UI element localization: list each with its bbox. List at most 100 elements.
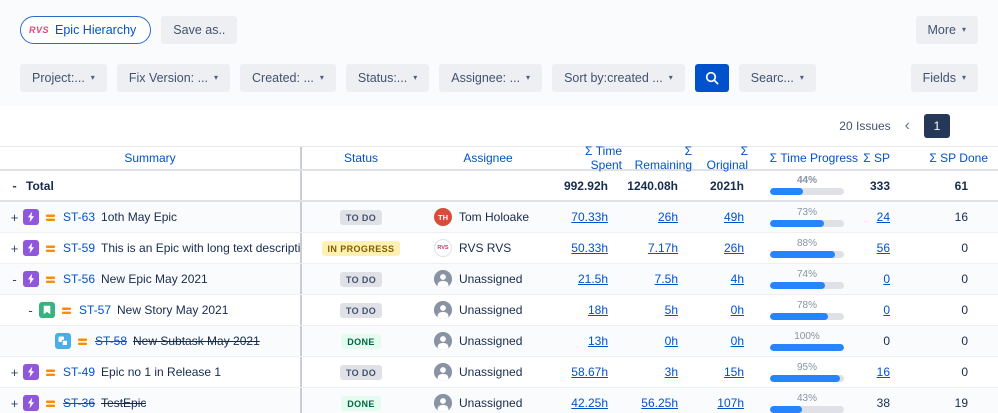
unassigned-avatar-icon <box>434 332 452 350</box>
column-header-time-spent[interactable]: Σ Time Spent <box>556 144 626 172</box>
time-remaining-link[interactable]: 26h <box>658 210 678 224</box>
issue-summary: New Subtask May 2021 <box>133 334 260 348</box>
issue-key-link[interactable]: ST-57 <box>79 303 111 317</box>
time-remaining-link[interactable]: 0h <box>665 334 678 348</box>
time-spent-link[interactable]: 50.33h <box>571 241 608 255</box>
table-row[interactable]: - ST-57 New Story May 2021 TO DO Unassig… <box>0 295 998 326</box>
time-progress-cell: 88% <box>752 233 862 263</box>
table-row[interactable]: + ST-36 TestEpic DONE Unassigned 42.25h … <box>0 388 998 413</box>
progress-bar <box>770 219 844 227</box>
search-dropdown[interactable]: Searc... ▾ <box>738 64 816 92</box>
issues-count: 20 Issues <box>839 119 891 133</box>
table-row[interactable]: - ST-56 New Epic May 2021 TO DO Unassign… <box>0 264 998 295</box>
table-row[interactable]: + ST-59 This is an Epic with long text d… <box>0 233 998 264</box>
unassigned-avatar-icon <box>434 363 452 381</box>
progress-percent: 78% <box>796 299 817 311</box>
issue-key-link[interactable]: ST-58 <box>95 334 127 348</box>
expand-toggle[interactable]: + <box>8 396 21 411</box>
time-remaining-link[interactable]: 3h <box>665 365 678 379</box>
story-points[interactable]: 24 <box>877 210 890 224</box>
epic-hierarchy-button[interactable]: RVS Epic Hierarchy <box>20 16 152 44</box>
time-original-link[interactable]: 4h <box>731 272 744 286</box>
filter-assignee[interactable]: Assignee: ... ▾ <box>439 64 543 92</box>
column-header-remaining[interactable]: Σ Remaining <box>626 144 696 172</box>
priority-medium-icon <box>60 304 73 317</box>
time-remaining-link[interactable]: 56.25h <box>641 396 678 410</box>
avatar-initials: RVS <box>437 245 449 251</box>
previous-page-button[interactable]: ‹ <box>903 118 912 134</box>
time-remaining-link[interactable]: 7.17h <box>648 241 678 255</box>
filter-created[interactable]: Created: ... ▾ <box>240 64 336 92</box>
issue-summary: Epic no 1 in Release 1 <box>101 365 222 379</box>
progress-percent: 100% <box>794 330 820 342</box>
column-header-sp-done[interactable]: Σ SP Done <box>902 151 998 165</box>
time-original-link[interactable]: 15h <box>724 365 744 379</box>
assignee-avatar <box>434 363 452 381</box>
table-row[interactable]: + ST-49 Epic no 1 in Release 1 TO DO Una… <box>0 357 998 388</box>
time-spent-link[interactable]: 13h <box>588 334 608 348</box>
time-original-link[interactable]: 49h <box>724 210 744 224</box>
time-spent-link[interactable]: 42.25h <box>571 396 608 410</box>
filter-fix-version-label: Fix Version: ... <box>128 71 209 85</box>
issue-summary: This is an Epic with long text descripti… <box>101 241 300 255</box>
table-row[interactable]: + ST-63 1oth May Epic TO DO TH Tom Holoa… <box>0 202 998 233</box>
column-header-summary[interactable]: Summary <box>0 147 302 169</box>
column-header-original[interactable]: Σ Original <box>696 144 752 172</box>
story-points[interactable]: 16 <box>877 365 890 379</box>
issue-key-link[interactable]: ST-49 <box>63 365 95 379</box>
issue-key-link[interactable]: ST-36 <box>63 396 95 410</box>
time-spent-link[interactable]: 21.5h <box>578 272 608 286</box>
progress-bar <box>770 405 844 413</box>
filter-fix-version[interactable]: Fix Version: ... ▾ <box>116 64 231 92</box>
assignee-name: Unassigned <box>459 396 523 410</box>
story-points-done: 0 <box>961 241 968 255</box>
story-points[interactable]: 0 <box>883 334 890 348</box>
time-original-link[interactable]: 0h <box>731 303 744 317</box>
expand-toggle[interactable]: + <box>8 365 21 380</box>
story-points-done: 0 <box>961 334 968 348</box>
table-row[interactable]: ST-58 New Subtask May 2021 DONE Unassign… <box>0 326 998 357</box>
story-points[interactable]: 0 <box>883 303 890 317</box>
more-button[interactable]: More ▾ <box>915 16 978 44</box>
epic-icon <box>23 395 39 411</box>
expand-toggle[interactable]: + <box>8 241 21 256</box>
search-button[interactable] <box>694 64 729 92</box>
time-spent-link[interactable]: 18h <box>588 303 608 317</box>
time-spent-link[interactable]: 70.33h <box>571 210 608 224</box>
expand-toggle[interactable]: + <box>8 210 21 225</box>
page-1-button[interactable]: 1 <box>924 114 950 138</box>
time-original-link[interactable]: 0h <box>731 334 744 348</box>
fields-button[interactable]: Fields ▾ <box>910 64 978 92</box>
filter-sort-by[interactable]: Sort by:created ... ▾ <box>552 64 685 92</box>
save-as-button[interactable]: Save as.. <box>161 16 238 44</box>
time-original-link[interactable]: 26h <box>724 241 744 255</box>
pagination-bar: 20 Issues ‹ 1 <box>0 106 998 146</box>
story-points-done: 0 <box>961 365 968 379</box>
toolbar-area: RVS Epic Hierarchy Save as.. More ▾ Proj… <box>0 0 998 106</box>
expand-toggle[interactable]: - <box>24 303 37 318</box>
epic-icon <box>23 240 39 256</box>
time-remaining-link[interactable]: 5h <box>665 303 678 317</box>
unassigned-avatar-icon <box>434 394 452 412</box>
filter-status[interactable]: Status:... ▾ <box>345 64 430 92</box>
total-collapse-toggle[interactable]: - <box>8 178 21 193</box>
time-original-link[interactable]: 107h <box>717 396 744 410</box>
story-points[interactable]: 0 <box>883 272 890 286</box>
expand-toggle[interactable]: - <box>8 272 21 287</box>
column-header-sp[interactable]: Σ SP <box>862 151 902 165</box>
epic-hierarchy-label: Epic Hierarchy <box>55 23 137 37</box>
total-sp: 333 <box>869 178 890 193</box>
filter-project[interactable]: Project:... ▾ <box>20 64 107 92</box>
issue-key-link[interactable]: ST-59 <box>63 241 95 255</box>
column-header-assignee[interactable]: Assignee <box>420 147 556 169</box>
column-header-time-progress[interactable]: Σ Time Progress <box>752 147 862 169</box>
progress-bar <box>770 343 844 351</box>
story-points[interactable]: 56 <box>877 241 890 255</box>
time-spent-link[interactable]: 58.67h <box>571 365 608 379</box>
time-remaining-link[interactable]: 7.5h <box>655 272 678 286</box>
filter-sort-by-label: Sort by:created ... <box>564 71 663 85</box>
story-points[interactable]: 38 <box>877 396 890 410</box>
issue-key-link[interactable]: ST-56 <box>63 272 95 286</box>
column-header-status[interactable]: Status <box>302 147 420 169</box>
issue-key-link[interactable]: ST-63 <box>63 210 95 224</box>
